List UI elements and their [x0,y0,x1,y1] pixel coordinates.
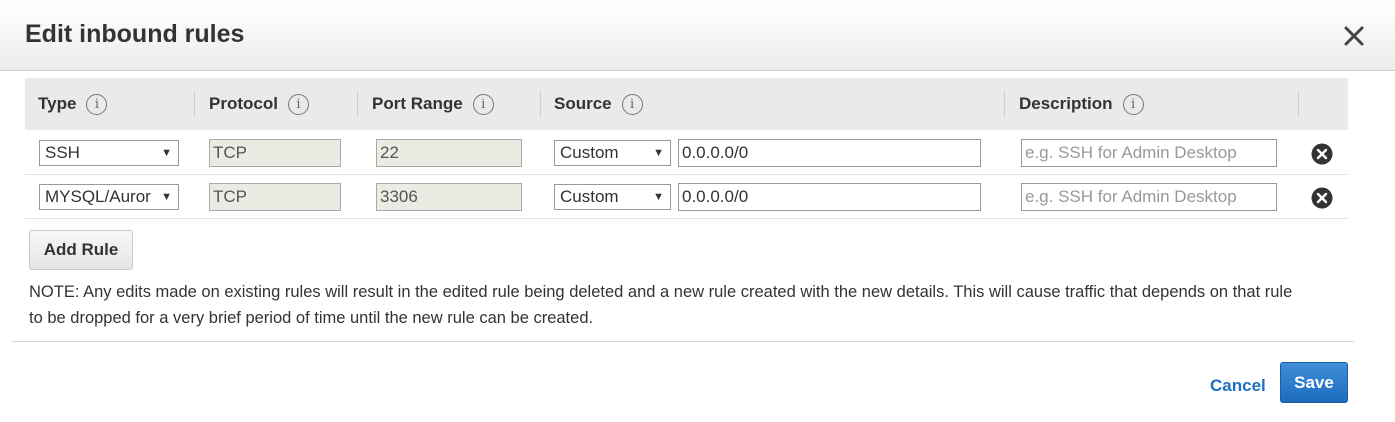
header-type-label: Type [38,94,77,113]
chevron-down-icon: ▼ [653,147,664,159]
header-source-label: Source [554,94,612,113]
column-divider [357,91,358,117]
info-icon[interactable]: i [1122,93,1144,115]
header-description-label: Description [1019,94,1113,113]
header-source: Source i [554,78,643,130]
column-divider [1298,91,1299,117]
table-row: MYSQL/Auror ▼ TCP 3306 Custom ▼ 0.0.0.0/… [25,175,1348,219]
edit-inbound-rules-dialog: Edit inbound rules Type i Protocol i Por… [0,0,1395,422]
info-icon[interactable]: i [287,93,309,115]
port-range-field: 22 [376,139,522,167]
protocol-field: TCP [209,183,341,211]
header-description: Description i [1019,78,1144,130]
save-button[interactable]: Save [1280,362,1348,403]
rules-table-header: Type i Protocol i Port Range i Source i … [25,78,1348,130]
header-protocol-label: Protocol [209,94,278,113]
source-type-value: Custom [560,143,619,162]
dialog-header: Edit inbound rules [0,0,1395,71]
header-type: Type i [38,78,108,130]
column-divider [194,91,195,117]
delete-rule-icon[interactable] [1311,187,1333,209]
source-cidr-input[interactable]: 0.0.0.0/0 [678,183,981,211]
edit-warning-note: NOTE: Any edits made on existing rules w… [29,283,1293,327]
protocol-field: TCP [209,139,341,167]
chevron-down-icon: ▼ [653,191,664,203]
source-cidr-input[interactable]: 0.0.0.0/0 [678,139,981,167]
type-select-value: SSH [45,143,80,162]
dialog-title: Edit inbound rules [25,20,245,48]
delete-rule-icon[interactable] [1311,143,1333,165]
port-range-field: 3306 [376,183,522,211]
type-select[interactable]: MYSQL/Auror ▼ [39,184,179,210]
info-icon[interactable]: i [621,93,643,115]
footer-divider [12,341,1354,342]
add-rule-button[interactable]: Add Rule [29,230,133,270]
cancel-button[interactable]: Cancel [1210,376,1266,396]
header-protocol: Protocol i [209,78,309,130]
source-type-select[interactable]: Custom ▼ [554,140,671,166]
column-divider [1004,91,1005,117]
close-icon[interactable] [1342,24,1366,48]
description-input[interactable]: e.g. SSH for Admin Desktop [1021,183,1277,211]
description-input[interactable]: e.g. SSH for Admin Desktop [1021,139,1277,167]
header-port-range: Port Range i [372,78,494,130]
chevron-down-icon: ▼ [161,191,172,203]
column-divider [540,91,541,117]
chevron-down-icon: ▼ [161,147,172,159]
table-row: SSH ▼ TCP 22 Custom ▼ 0.0.0.0/0 e.g. SSH… [25,131,1348,175]
info-icon[interactable]: i [472,93,494,115]
header-port-range-label: Port Range [372,94,463,113]
type-select[interactable]: SSH ▼ [39,140,179,166]
source-type-value: Custom [560,187,619,206]
source-type-select[interactable]: Custom ▼ [554,184,671,210]
type-select-value: MYSQL/Auror [45,187,151,206]
info-icon[interactable]: i [86,93,108,115]
